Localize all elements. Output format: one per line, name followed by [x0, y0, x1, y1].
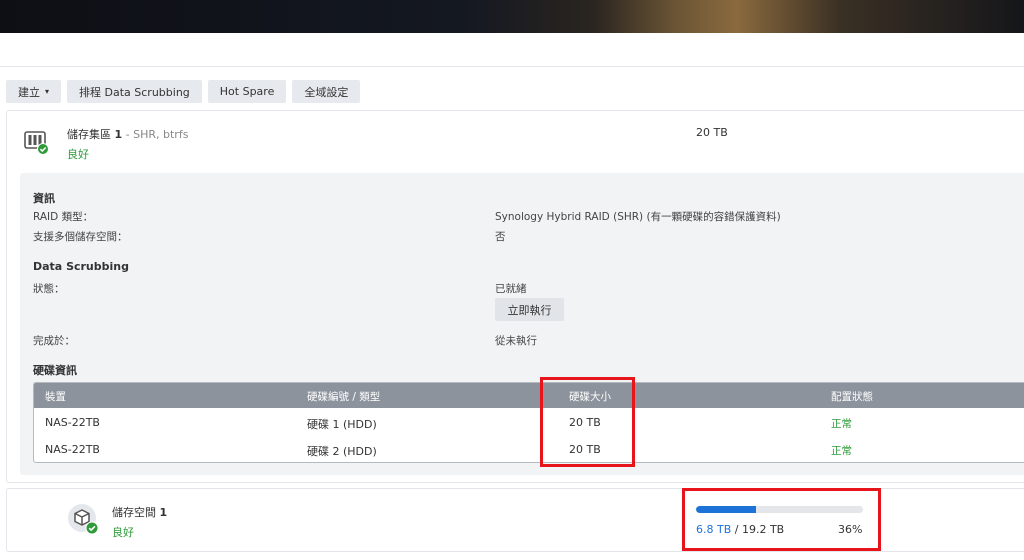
disk-table: 裝置 硬碟編號 / 類型 硬碟大小 配置狀態 NAS-22TB 硬碟 1 (HD… [33, 382, 1024, 463]
cell-allocation-status: 正常 [831, 445, 852, 457]
pool-title-number: 1 [114, 128, 123, 141]
volume-status-badge: 良好 [112, 526, 134, 539]
pool-title: 儲存集區 1 - SHR, btrfs [67, 126, 188, 142]
header-divider [0, 66, 1024, 67]
multi-volume-label: 支援多個儲存空間： [33, 231, 128, 243]
table-header: 裝置 硬碟編號 / 類型 硬碟大小 配置狀態 [34, 383, 1024, 408]
info-heading: 資訊 [33, 192, 55, 205]
completed-label: 完成於： [33, 335, 75, 347]
disk-info-heading: 硬碟資訊 [33, 364, 77, 377]
create-button[interactable]: 建立 ▾ [6, 80, 62, 103]
scrubbing-heading: Data Scrubbing [33, 260, 129, 273]
raid-type-value: Synology Hybrid RAID (SHR) (有一顆硬碟的容錯保護資料… [495, 211, 781, 223]
pool-status-badge: 良好 [67, 148, 89, 161]
global-settings-button[interactable]: 全域設定 [292, 80, 361, 103]
schedule-scrubbing-button[interactable]: 排程 Data Scrubbing [67, 80, 202, 103]
highlight-box-disk-size [540, 377, 635, 467]
col-header-disk-number[interactable]: 硬碟編號 / 類型 [307, 389, 380, 404]
cell-device: NAS-22TB [45, 416, 100, 429]
cell-disk-number: 硬碟 1 (HDD) [307, 418, 377, 431]
run-now-button[interactable]: 立即執行 [495, 298, 564, 321]
raid-type-label: RAID 類型： [33, 211, 94, 223]
cell-device: NAS-22TB [45, 443, 100, 456]
volume-title-number: 1 [159, 506, 168, 519]
hot-spare-button[interactable]: Hot Spare [207, 80, 287, 103]
pool-title-prefix: 儲存集區 [67, 128, 111, 141]
volume-title: 儲存空間 1 [112, 504, 167, 520]
check-badge-icon [37, 143, 49, 155]
pool-size: 20 TB [696, 126, 728, 139]
col-header-device[interactable]: 裝置 [45, 389, 66, 404]
check-badge-icon [85, 521, 99, 535]
volume-title-prefix: 儲存空間 [112, 506, 156, 519]
multi-volume-value: 否 [495, 231, 506, 243]
table-row[interactable]: NAS-22TB 硬碟 1 (HDD) 20 TB 正常 [34, 408, 1024, 435]
volume-cube-icon [68, 504, 99, 535]
top-banner [0, 0, 1024, 33]
highlight-box-usage [682, 488, 881, 551]
chevron-down-icon: ▾ [45, 87, 50, 96]
pool-details-panel: 資訊 RAID 類型： Synology Hybrid RAID (SHR) (… [20, 173, 1024, 475]
cell-disk-number: 硬碟 2 (HDD) [307, 445, 377, 458]
col-header-allocation-status[interactable]: 配置狀態 [831, 389, 873, 404]
scrub-state-value: 已就緒 [495, 283, 527, 295]
table-row[interactable]: NAS-22TB 硬碟 2 (HDD) 20 TB 正常 [34, 435, 1024, 462]
storage-pool-icon [24, 131, 49, 155]
scrub-state-label: 狀態： [33, 283, 65, 295]
create-button-label: 建立 [18, 85, 40, 99]
completed-value: 從未執行 [495, 335, 537, 347]
toolbar: 建立 ▾ 排程 Data Scrubbing Hot Spare 全域設定 [6, 80, 361, 103]
pool-title-sub: - SHR, btrfs [122, 128, 189, 141]
storage-pool-card[interactable]: 儲存集區 1 - SHR, btrfs 良好 20 TB 資訊 RAID 類型：… [6, 110, 1024, 483]
cell-allocation-status: 正常 [831, 418, 852, 430]
